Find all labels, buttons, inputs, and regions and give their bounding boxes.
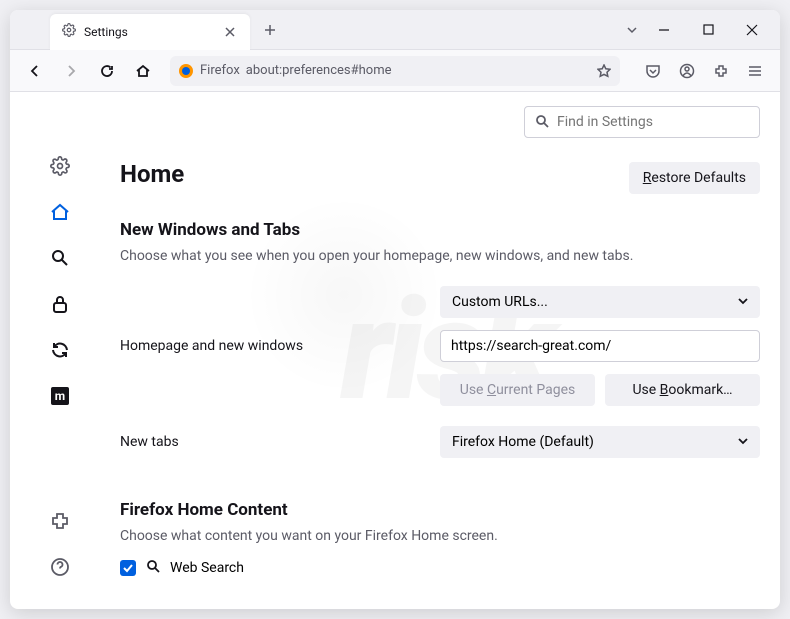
close-window-button[interactable]: [734, 15, 770, 45]
newtabs-select[interactable]: Firefox Home (Default): [440, 426, 760, 458]
forward-button[interactable]: [56, 56, 86, 86]
restore-defaults-button[interactable]: Restore Defaults: [629, 162, 760, 194]
sidebar-item-privacy[interactable]: [40, 284, 80, 324]
chevron-down-icon: [738, 294, 748, 310]
section-home-content-title: Firefox Home Content: [120, 500, 760, 520]
search-icon: [535, 113, 549, 132]
find-in-settings[interactable]: [524, 106, 760, 138]
extensions-button[interactable]: [706, 56, 736, 86]
use-current-pages-button[interactable]: Use Current Pages: [440, 374, 595, 406]
identity-label: Firefox: [200, 63, 240, 78]
back-button[interactable]: [20, 56, 50, 86]
sidebar-item-more[interactable]: m: [40, 376, 80, 416]
tab-title: Settings: [84, 25, 214, 39]
url-text: about:preferences#home: [246, 63, 590, 78]
select-value: Firefox Home (Default): [452, 434, 594, 450]
app-menu-button[interactable]: [740, 56, 770, 86]
sidebar-item-home[interactable]: [40, 192, 80, 232]
sidebar-item-general[interactable]: [40, 146, 80, 186]
home-button[interactable]: [128, 56, 158, 86]
search-icon: [146, 558, 160, 577]
gear-icon: [62, 22, 76, 41]
tab-close-button[interactable]: [222, 24, 238, 40]
firefox-logo-icon: [178, 63, 194, 79]
sidebar-item-sync[interactable]: [40, 330, 80, 370]
web-search-label: Web Search: [170, 560, 244, 576]
homepage-label: Homepage and new windows: [120, 338, 440, 354]
minimize-button[interactable]: [646, 15, 682, 45]
reload-button[interactable]: [92, 56, 122, 86]
select-value: Custom URLs...: [452, 294, 548, 310]
chevron-down-icon: [738, 434, 748, 450]
use-bookmark-button[interactable]: Use Bookmark…: [605, 374, 760, 406]
web-search-checkbox[interactable]: [120, 560, 136, 576]
bookmark-star-button[interactable]: [596, 64, 612, 78]
newtabs-label: New tabs: [120, 434, 440, 450]
tabs-dropdown-button[interactable]: [618, 16, 646, 44]
sidebar-item-search[interactable]: [40, 238, 80, 278]
pocket-button[interactable]: [638, 56, 668, 86]
address-bar[interactable]: Firefox about:preferences#home: [170, 56, 620, 86]
section-new-windows-sub: Choose what you see when you open your h…: [120, 248, 760, 264]
homepage-mode-select[interactable]: Custom URLs...: [440, 286, 760, 318]
browser-tab[interactable]: Settings: [50, 14, 250, 50]
new-tab-button[interactable]: [256, 16, 284, 44]
settings-sidebar: m: [10, 92, 110, 609]
find-input[interactable]: [557, 114, 749, 130]
account-button[interactable]: [672, 56, 702, 86]
maximize-button[interactable]: [690, 15, 726, 45]
sidebar-item-support[interactable]: [40, 547, 80, 587]
section-new-windows-title: New Windows and Tabs: [120, 220, 760, 240]
sidebar-item-extensions[interactable]: [40, 501, 80, 541]
section-home-content-sub: Choose what content you want on your Fir…: [120, 528, 760, 544]
homepage-url-input[interactable]: [440, 330, 760, 362]
